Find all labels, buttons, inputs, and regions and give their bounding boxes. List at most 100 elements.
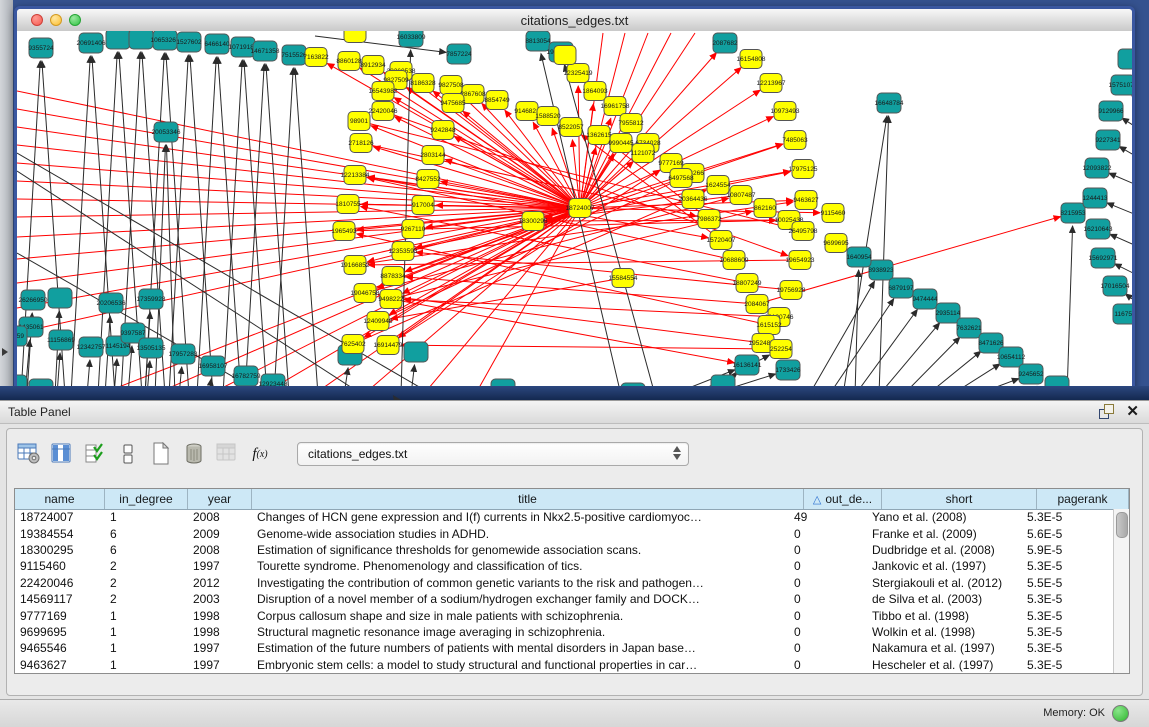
graph-node[interactable]: 10688609 <box>720 251 749 270</box>
graph-node[interactable]: 1615152 <box>756 316 782 335</box>
graph-node[interactable]: 18807249 <box>733 274 762 293</box>
graph-node[interactable]: 16154808 <box>737 50 766 69</box>
graph-node[interactable]: 7632621 <box>956 318 982 338</box>
graph-node[interactable]: 2935114 <box>936 303 961 323</box>
graph-node[interactable]: 1733426 <box>775 360 801 380</box>
graph-node[interactable]: 10807487 <box>727 186 756 205</box>
graph-node[interactable]: 9115460 <box>821 204 846 223</box>
graph-node[interactable]: 10654112 <box>997 347 1026 367</box>
graph-node[interactable]: 252254 <box>770 340 792 359</box>
graph-node[interactable]: 7857224 <box>446 44 472 64</box>
graph-node[interactable]: 8522057 <box>558 118 584 137</box>
graph-node[interactable] <box>554 46 576 65</box>
graph-node[interactable] <box>17 375 27 386</box>
column-header-pagerank[interactable]: pagerank <box>1037 489 1129 509</box>
graph-node[interactable]: 26495798 <box>789 222 818 241</box>
graph-node[interactable]: 19046758 <box>351 284 380 303</box>
graph-node[interactable]: 15720407 <box>707 231 736 250</box>
graph-node[interactable]: 17016504 <box>1101 276 1130 296</box>
graph-node[interactable]: 19654923 <box>786 251 815 270</box>
graph-node[interactable]: 11156869 <box>47 330 75 350</box>
graph-node[interactable]: 18724007 <box>566 199 595 218</box>
graph-node[interactable]: 16782759 <box>232 366 261 386</box>
graph-node[interactable] <box>711 375 735 386</box>
graph-node[interactable]: 6466140 <box>204 34 230 54</box>
table-settings-icon[interactable] <box>17 442 41 466</box>
graph-node[interactable]: 9463627 <box>793 191 819 210</box>
new-table-icon[interactable] <box>149 442 173 466</box>
graph-node[interactable] <box>129 31 153 49</box>
table-row[interactable]: 911546021997Tourette syndrome. Phenomeno… <box>15 558 1114 574</box>
graph-node[interactable]: 98901 <box>348 112 370 131</box>
graph-node[interactable]: 12213967 <box>757 74 786 93</box>
graph-node[interactable]: 7485063 <box>782 131 808 150</box>
row-selector-icon[interactable] <box>116 442 140 466</box>
graph-node[interactable]: 16648784 <box>875 93 904 113</box>
graph-node[interactable]: 20364436 <box>679 190 708 209</box>
column-checklist-icon[interactable] <box>83 442 107 466</box>
graph-node[interactable] <box>1118 49 1132 69</box>
citation-network-graph[interactable]: 1872400718300295935572420691406106532671… <box>17 31 1132 386</box>
graph-node[interactable]: 6879197 <box>888 278 914 298</box>
network-canvas[interactable]: 1872400718300295935572420691406106532671… <box>17 31 1132 386</box>
table-row[interactable]: 1456911722003Disruption of a novel membe… <box>15 591 1114 607</box>
graph-node[interactable] <box>106 31 130 49</box>
graph-node[interactable]: 12353593 <box>389 242 418 261</box>
graph-node[interactable]: 9245652 <box>1018 364 1044 384</box>
graph-node[interactable]: 26266950 <box>19 290 48 310</box>
graph-node[interactable]: 8854749 <box>484 91 510 110</box>
graph-node[interactable]: 12342757 <box>77 337 106 357</box>
float-panel-icon[interactable] <box>1099 404 1114 419</box>
graph-node[interactable]: 8427552 <box>415 170 441 189</box>
graph-node[interactable]: 13505135 <box>137 338 166 358</box>
graph-node[interactable]: 8813054 <box>525 31 551 51</box>
graph-node[interactable]: 20691406 <box>77 33 106 53</box>
column-header-in_degree[interactable]: in_degree <box>105 489 188 509</box>
table-row[interactable]: 2242004622012Investigating the contribut… <box>15 575 1114 591</box>
graph-node[interactable]: 17957283 <box>169 344 198 364</box>
table-row[interactable]: 969969511998Structural magnetic resonanc… <box>15 624 1114 640</box>
graph-node[interactable]: 7163822 <box>303 48 329 67</box>
graph-node[interactable]: 9355724 <box>28 38 54 58</box>
graph-node[interactable]: 116753 <box>1113 304 1132 324</box>
graph-node[interactable]: 19756928 <box>777 281 806 300</box>
graph-node[interactable]: 16543982 <box>369 82 398 101</box>
column-header-short[interactable]: short <box>882 489 1037 509</box>
table-row[interactable]: 1872400712008Changes of HCN gene express… <box>15 509 1114 525</box>
graph-node[interactable]: 12409948 <box>364 312 393 331</box>
graph-node[interactable]: 9475685 <box>440 94 466 113</box>
graph-node[interactable] <box>48 288 72 308</box>
graph-node[interactable]: 9227341 <box>1095 130 1121 150</box>
graph-node[interactable]: 16914479 <box>374 336 403 355</box>
graph-node[interactable]: 16136141 <box>733 355 762 375</box>
graph-node[interactable]: 917004 <box>412 196 434 215</box>
graph-node[interactable]: 39159 <box>17 326 27 346</box>
graph-node[interactable]: 19166852 <box>341 256 370 275</box>
scrollbar-thumb[interactable] <box>1116 512 1128 538</box>
table-row[interactable]: 946554611997Estimation of the future num… <box>15 640 1114 656</box>
table-panel-header[interactable]: Table Panel ✕ <box>0 400 1149 424</box>
graph-node[interactable]: 1864093 <box>582 82 608 101</box>
graph-node[interactable]: 9498222 <box>378 290 404 309</box>
graph-node[interactable]: 7625402 <box>340 335 366 354</box>
close-panel-icon[interactable]: ✕ <box>1126 404 1139 419</box>
graph-node[interactable]: 2803144 <box>420 146 446 165</box>
graph-node[interactable]: 8860128 <box>336 52 362 71</box>
graph-node[interactable]: 1588520 <box>535 107 561 126</box>
graph-node[interactable] <box>404 342 428 362</box>
graph-node[interactable]: 7955812 <box>618 114 644 133</box>
graph-node[interactable]: 9699695 <box>823 234 849 253</box>
graph-node[interactable]: 12093822 <box>1083 158 1112 178</box>
table-row[interactable]: 1830029562008Estimation of significance … <box>15 542 1114 558</box>
graph-node[interactable]: 14671358 <box>251 41 280 61</box>
graph-node[interactable]: 10973493 <box>771 102 800 121</box>
column-header-out_de[interactable]: △out_de... <box>804 489 882 509</box>
graph-node[interactable]: 16961758 <box>601 97 630 116</box>
graph-node[interactable]: 8215953 <box>1060 203 1086 223</box>
graph-node[interactable]: 15584554 <box>609 269 638 288</box>
graph-node[interactable]: 1121072 <box>631 144 656 163</box>
graph-node[interactable]: 9267110 <box>401 220 426 239</box>
graph-node[interactable]: 862160 <box>754 199 776 218</box>
table-row[interactable]: 946362711997Embryonic stem cells: a mode… <box>15 657 1114 673</box>
graph-node[interactable]: 12213384 <box>341 166 370 185</box>
